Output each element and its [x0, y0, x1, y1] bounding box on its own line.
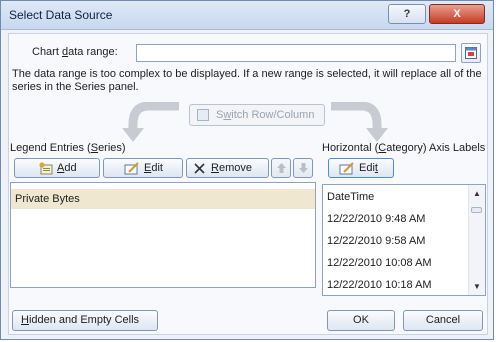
- close-button[interactable]: X: [429, 4, 485, 24]
- title-bar: Select Data Source ? X: [1, 1, 493, 30]
- move-up-button[interactable]: [271, 158, 291, 178]
- add-series-icon: [39, 162, 53, 175]
- edit-icon: [339, 162, 354, 175]
- range-info-text: The data range is too complex to be disp…: [12, 68, 482, 93]
- scroll-up-icon[interactable]: ▲: [473, 189, 481, 198]
- axis-labels-scrollbar[interactable]: ▲ ▼: [468, 185, 485, 295]
- series-list: Private Bytes: [10, 182, 316, 288]
- axis-label-item[interactable]: 12/22/2010 10:08 AM: [323, 253, 471, 273]
- move-down-icon: [299, 163, 308, 173]
- curved-arrow-icon: [331, 102, 388, 142]
- axis-label-item[interactable]: DateTime: [323, 187, 471, 207]
- axis-label-item[interactable]: 12/22/2010 9:58 AM: [323, 231, 471, 251]
- add-series-button[interactable]: Add: [14, 158, 100, 178]
- remove-icon: [194, 163, 205, 174]
- axis-label-item[interactable]: 12/22/2010 10:18 AM: [323, 275, 471, 295]
- help-button[interactable]: ?: [388, 4, 426, 24]
- range-picker-icon: [465, 47, 477, 59]
- dialog-title: Select Data Source: [9, 8, 113, 22]
- axis-label-item[interactable]: 12/22/2010 9:48 AM: [323, 209, 471, 229]
- edit-axis-labels-label: Edit: [359, 162, 378, 174]
- range-picker-button[interactable]: [461, 43, 481, 63]
- hidden-empty-cells-button[interactable]: Hidden and Empty Cells: [12, 310, 158, 331]
- dialog-body: Chart data range: The data range is too …: [8, 33, 488, 335]
- remove-series-label: Remove: [211, 162, 252, 174]
- edit-series-button[interactable]: Edit: [103, 158, 183, 178]
- edit-series-label: Edit: [144, 162, 163, 174]
- switch-icon: [197, 109, 209, 121]
- chart-data-range-label: Chart data range:: [32, 46, 118, 58]
- series-list-item[interactable]: Private Bytes: [11, 189, 315, 209]
- ok-label: OK: [353, 314, 369, 326]
- legend-entries-heading: Legend Entries (Series): [10, 142, 126, 154]
- curved-arrow-icon: [122, 102, 179, 142]
- switch-row-column-label: Switch Row/Column: [216, 109, 315, 121]
- select-data-source-dialog: Select Data Source ? X Chart data range:…: [0, 0, 494, 340]
- chart-data-range-input[interactable]: [136, 44, 456, 62]
- edit-axis-labels-button[interactable]: Edit: [328, 158, 394, 178]
- cancel-button[interactable]: Cancel: [403, 310, 483, 331]
- axis-labels-list: DateTime 12/22/2010 9:48 AM 12/22/2010 9…: [322, 184, 486, 296]
- switch-row-column-button[interactable]: Switch Row/Column: [189, 104, 325, 126]
- scroll-down-icon[interactable]: ▼: [473, 282, 481, 291]
- cancel-label: Cancel: [425, 314, 461, 326]
- ok-button[interactable]: OK: [327, 310, 395, 331]
- remove-series-button[interactable]: Remove: [186, 158, 269, 178]
- scroll-thumb[interactable]: [471, 207, 482, 213]
- edit-icon: [124, 162, 139, 175]
- move-down-button[interactable]: [293, 158, 313, 178]
- axis-labels-heading: Horizontal (Category) Axis Labels: [322, 142, 486, 154]
- move-up-icon: [277, 163, 286, 173]
- add-series-label: Add: [57, 162, 77, 174]
- hidden-empty-cells-label: Hidden and Empty Cells: [21, 314, 140, 326]
